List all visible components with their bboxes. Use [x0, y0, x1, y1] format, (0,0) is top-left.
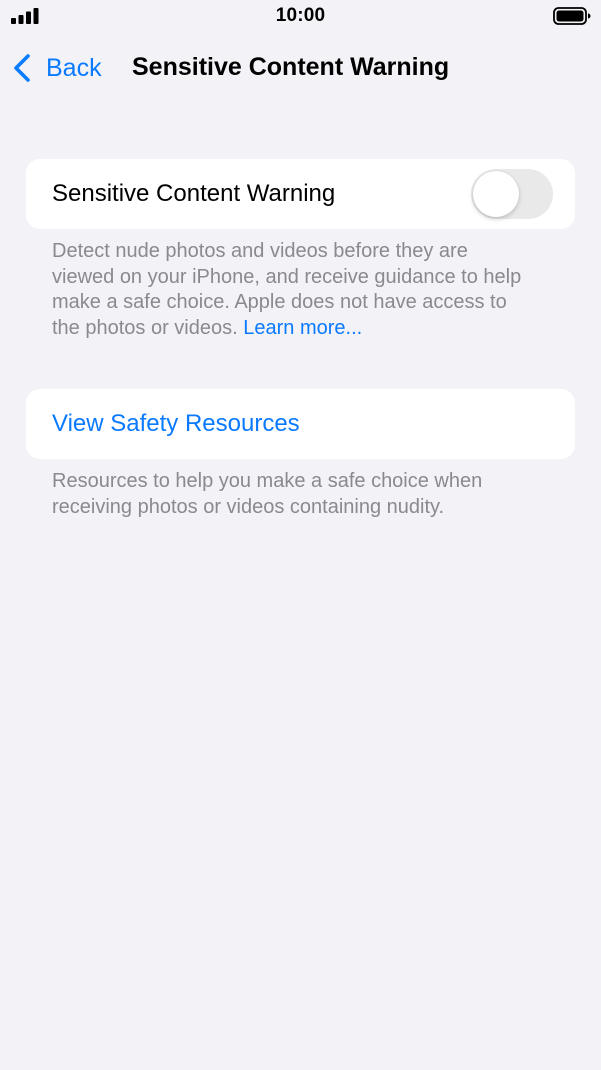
back-label: Back — [46, 53, 102, 82]
sensitive-content-warning-label: Sensitive Content Warning — [52, 180, 336, 207]
back-button[interactable]: Back — [12, 52, 102, 84]
sensitive-content-warning-toggle[interactable] — [471, 169, 553, 219]
status-time: 10:00 — [275, 5, 326, 26]
view-safety-resources-label: View Safety Resources — [52, 410, 300, 437]
navigation-bar: Back Sensitive Content Warning — [0, 40, 601, 96]
sensitive-content-warning-footer: Detect nude photos and videos before the… — [52, 239, 532, 341]
status-bar: 10:00 — [0, 0, 601, 34]
battery-icon — [553, 7, 591, 25]
safety-resources-footer: Resources to help you make a safe choice… — [52, 470, 483, 518]
sensitive-content-warning-row: Sensitive Content Warning — [26, 159, 575, 229]
view-safety-resources-button[interactable]: View Safety Resources — [26, 389, 575, 459]
learn-more-link[interactable]: Learn more... — [243, 317, 362, 339]
toggle-knob — [473, 171, 519, 217]
chevron-left-icon — [14, 54, 30, 82]
page-title: Sensitive Content Warning — [132, 53, 450, 81]
